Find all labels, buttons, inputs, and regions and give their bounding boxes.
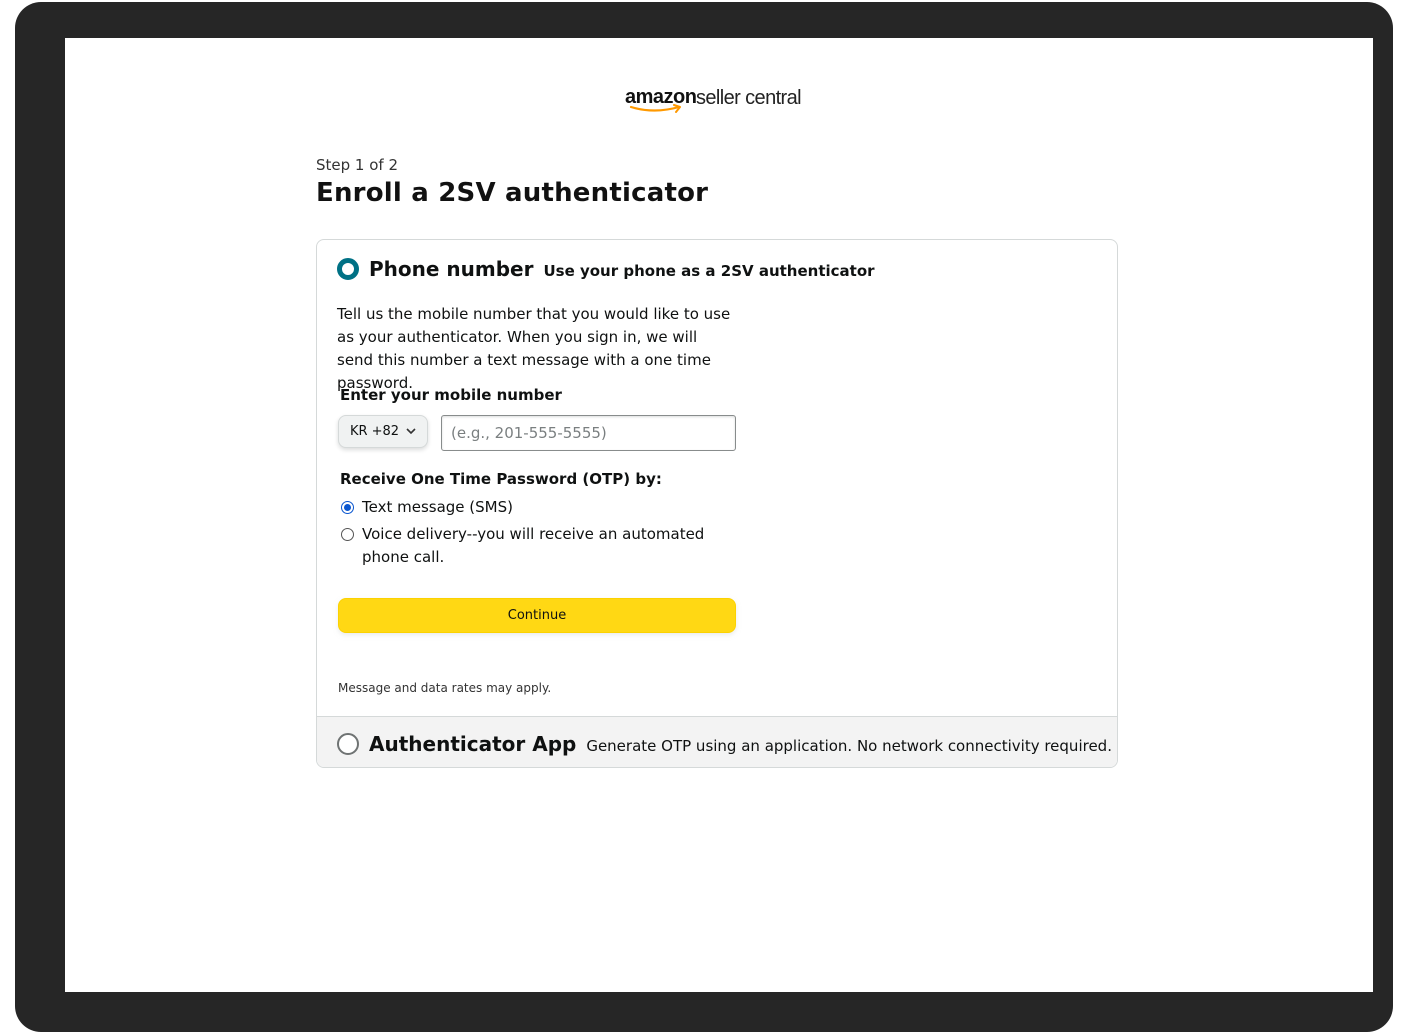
sms-radio[interactable] xyxy=(341,501,354,514)
country-code-value: KR +82 xyxy=(349,424,400,439)
continue-button[interactable]: Continue xyxy=(338,598,736,633)
phone-option-title: Phone number xyxy=(369,257,534,281)
page-title: Enroll a 2SV authenticator xyxy=(316,178,709,208)
screen: amazon seller central Step 1 of 2 Enroll… xyxy=(65,38,1373,992)
voice-radio[interactable] xyxy=(341,528,354,541)
app-option-subtitle: Generate OTP using an application. No ne… xyxy=(586,737,1112,755)
phone-option-radio[interactable] xyxy=(337,258,359,280)
seller-central-logo: amazon seller central xyxy=(625,86,825,120)
mobile-number-input[interactable] xyxy=(441,415,736,451)
app-option-title: Authenticator App xyxy=(369,732,577,756)
authenticator-app-option[interactable]: Authenticator App Generate OTP using an … xyxy=(317,716,1117,767)
tablet-frame: amazon seller central Step 1 of 2 Enroll… xyxy=(15,2,1393,1032)
app-option-header[interactable]: Authenticator App Generate OTP using an … xyxy=(337,729,1112,756)
otp-option-sms[interactable]: Text message (SMS) xyxy=(341,496,513,519)
authenticator-options-card: Phone number Use your phone as a 2SV aut… xyxy=(316,239,1118,768)
mobile-number-label: Enter your mobile number xyxy=(340,386,562,404)
step-indicator: Step 1 of 2 xyxy=(316,156,399,174)
app-option-radio[interactable] xyxy=(337,733,359,755)
logo-product: seller central xyxy=(696,87,802,109)
phone-option-subtitle: Use your phone as a 2SV authenticator xyxy=(543,262,875,280)
sms-label: Text message (SMS) xyxy=(362,498,513,516)
otp-option-voice[interactable]: Voice delivery--you will receive an auto… xyxy=(341,523,711,569)
chevron-down-icon xyxy=(406,425,416,438)
phone-option-header[interactable]: Phone number Use your phone as a 2SV aut… xyxy=(337,254,875,281)
country-code-select[interactable]: KR +82 xyxy=(338,415,428,448)
phone-option-description: Tell us the mobile number that you would… xyxy=(337,305,731,392)
otp-method-label: Receive One Time Password (OTP) by: xyxy=(340,470,662,488)
voice-label: Voice delivery--you will receive an auto… xyxy=(362,525,705,566)
amazon-smile-icon xyxy=(629,104,681,113)
rates-note: Message and data rates may apply. xyxy=(338,681,552,695)
